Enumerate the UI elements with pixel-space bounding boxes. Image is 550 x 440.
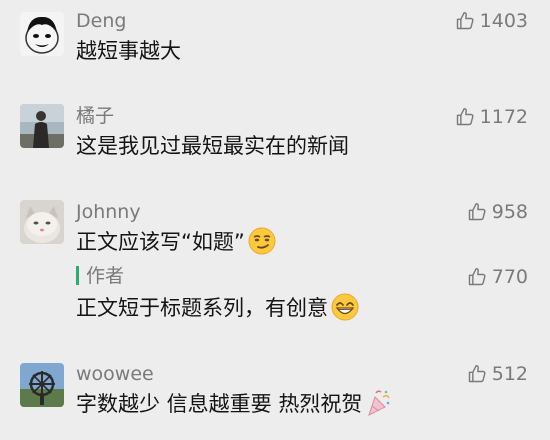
- thumbs-up-icon: [456, 107, 474, 126]
- thumbs-up-icon: [468, 364, 486, 383]
- author-reply-text: 正文短于标题系列，有创意: [76, 293, 359, 328]
- comment-author-name[interactable]: 橘子: [76, 105, 114, 127]
- like-count: 770: [491, 266, 528, 288]
- comment-text: 这是我见过最短最实在的新闻: [76, 134, 349, 158]
- like-button[interactable]: 1172: [455, 104, 528, 130]
- like-count: 1172: [479, 106, 528, 128]
- comment-text-content: 正文应该写“如题”: [76, 230, 245, 254]
- comment-text-content: 字数越少 信息越重要 热烈祝贺: [76, 392, 363, 416]
- author-reply-text-content: 正文短于标题系列，有创意: [76, 296, 328, 320]
- comment-text: 正文应该写“如题”: [76, 227, 276, 262]
- like-count: 958: [491, 201, 528, 223]
- like-button[interactable]: 770: [467, 264, 528, 290]
- avatar[interactable]: [20, 200, 64, 244]
- comment-author-name[interactable]: Deng: [76, 10, 126, 32]
- party-popper-emoji-icon: [365, 389, 391, 424]
- like-button[interactable]: 512: [467, 361, 528, 387]
- smirk-emoji-icon: [248, 227, 276, 262]
- like-count: 1403: [479, 10, 528, 32]
- comment-text: 越短事越大: [76, 39, 181, 63]
- comment-text: 字数越少 信息越重要 热烈祝贺: [76, 389, 391, 424]
- thumbs-up-icon: [468, 202, 486, 221]
- author-accent-bar: [76, 266, 79, 285]
- like-button[interactable]: 1403: [455, 8, 528, 34]
- author-name: 作者: [86, 265, 125, 287]
- avatar[interactable]: [20, 12, 64, 56]
- avatar[interactable]: [20, 363, 64, 407]
- author-reply-label: 作者: [76, 265, 124, 287]
- thumbs-up-icon: [468, 267, 486, 286]
- avatar[interactable]: [20, 104, 64, 148]
- grin-emoji-icon: [331, 293, 359, 328]
- comment-author-name[interactable]: Johnny: [76, 201, 141, 223]
- thumbs-up-icon: [456, 11, 474, 30]
- like-count: 512: [491, 363, 528, 385]
- comment-author-name[interactable]: woowee: [76, 363, 154, 385]
- like-button[interactable]: 958: [467, 199, 528, 225]
